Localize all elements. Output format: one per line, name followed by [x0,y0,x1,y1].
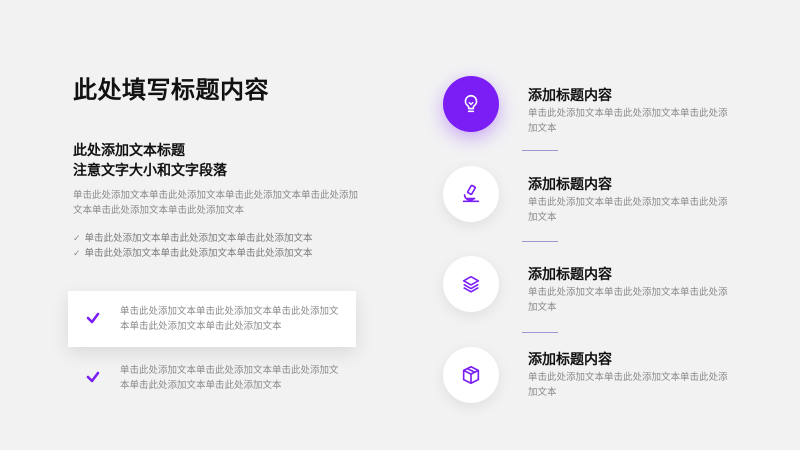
page-title: 此处填写标题内容 [73,76,269,104]
feature-title: 添加标题内容 [528,177,612,193]
divider [522,150,558,151]
plain-card: 单击此处添加文本单击此处添加文本单击此处添加文本单击此处添加文本单击此处添加文本 [68,350,356,406]
divider [522,332,558,333]
feature-text: 单击此处添加文本单击此处添加文本单击此处添加文本 [528,197,728,223]
feature-icon-circle [443,166,499,222]
check-mark-icon [86,312,100,324]
layers-icon [462,275,480,293]
feature-text: 单击此处添加文本单击此处添加文本单击此处添加文本 [528,108,728,134]
lightbulb-icon [464,94,478,113]
check-icon: ✓ [73,234,81,244]
card-text: 单击此处添加文本单击此处添加文本单击此处添加文本单击此处添加文本单击此处添加文本 [120,365,339,391]
subtitle-line-1: 此处添加文本标题 [73,143,185,159]
highlight-card: 单击此处添加文本单击此处添加文本单击此处添加文本单击此处添加文本单击此处添加文本 [68,291,356,347]
feature-icon-circle [443,347,499,403]
checklist-item-text: 单击此处添加文本单击此处添加文本单击此处添加文本 [84,233,313,244]
subtitle-line-2: 注意文字大小和文字段落 [73,163,227,179]
box-icon [462,365,480,385]
microscope-icon [462,184,480,203]
feature-icon-circle [443,256,499,312]
check-icon: ✓ [73,249,81,259]
feature-title: 添加标题内容 [528,267,612,283]
feature-text: 单击此处添加文本单击此处添加文本单击此处添加文本 [528,287,728,313]
subtitle: 此处添加文本标题 注意文字大小和文字段落 [73,141,227,181]
description-text: 单击此处添加文本单击此处添加文本单击此处添加文本单击此处添加文本单击此处添加文本… [73,190,359,216]
checklist-item: ✓ 单击此处添加文本单击此处添加文本单击此处添加文本 [73,230,313,244]
card-text: 单击此处添加文本单击此处添加文本单击此处添加文本单击此处添加文本单击此处添加文本 [120,306,339,332]
feature-title: 添加标题内容 [528,352,612,368]
feature-title: 添加标题内容 [528,88,612,104]
checklist-item-text: 单击此处添加文本单击此处添加文本单击此处添加文本 [84,248,313,259]
checklist-item: ✓ 单击此处添加文本单击此处添加文本单击此处添加文本 [73,245,313,259]
divider [522,241,558,242]
feature-text: 单击此处添加文本单击此处添加文本单击此处添加文本 [528,372,728,398]
feature-icon-circle [443,76,499,132]
check-mark-icon [86,371,100,383]
